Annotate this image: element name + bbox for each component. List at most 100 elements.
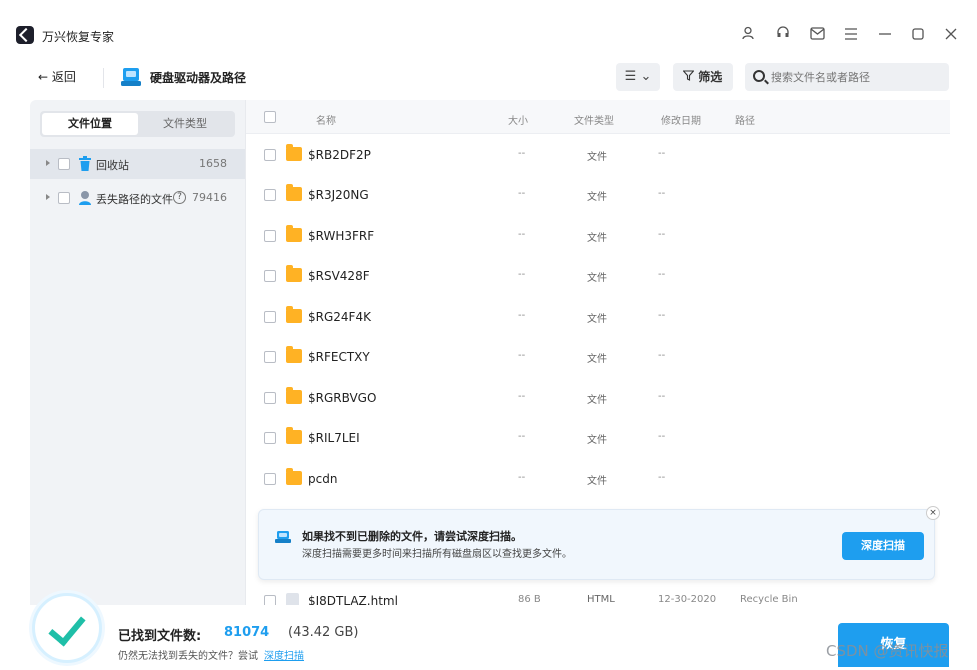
table-row[interactable]: $RB2DF2P -- 文件 -- — [246, 135, 950, 175]
file-date: -- — [658, 310, 666, 321]
table-header: 名称 大小 文件类型 修改日期 路径 — [246, 100, 950, 134]
sidebar: 文件位置 文件类型 回收站 1658 丢失路径的文件 ? 79416 — [30, 100, 245, 605]
help-icon[interactable]: ? — [173, 191, 186, 204]
maximize-icon[interactable] — [909, 26, 927, 44]
view-mode-button[interactable]: ☰ ⌄ — [616, 63, 660, 91]
row-checkbox[interactable] — [264, 189, 276, 201]
account-icon[interactable] — [739, 26, 757, 44]
file-name: $RGRBVGO — [308, 391, 377, 405]
file-size: -- — [518, 431, 526, 442]
file-date: -- — [658, 431, 666, 442]
support-icon[interactable] — [774, 26, 792, 44]
file-date: -- — [658, 188, 666, 199]
tab-file-location[interactable]: 文件位置 — [42, 113, 138, 135]
file-date: 12-30-2020 — [658, 594, 717, 605]
row-checkbox[interactable] — [264, 270, 276, 282]
folder-icon — [286, 346, 302, 363]
trash-icon — [78, 156, 92, 172]
sidebar-item-count: 79416 — [192, 191, 227, 204]
minimize-icon[interactable] — [876, 26, 894, 44]
title-bar: 万兴恢复专家 — [0, 0, 977, 52]
file-type: 文件 — [587, 435, 607, 446]
checkbox[interactable] — [58, 192, 70, 204]
search-input[interactable] — [745, 63, 949, 91]
table-row[interactable]: $R3J20NG -- 文件 -- — [246, 175, 950, 215]
file-name: $R3J20NG — [308, 188, 369, 202]
row-checkbox[interactable] — [264, 392, 276, 404]
file-date: -- — [658, 350, 666, 361]
tip-subtitle: 深度扫描需要更多时间来扫描所有磁盘扇区以查找更多文件。 — [302, 549, 572, 560]
sidebar-item-count: 1658 — [199, 157, 227, 170]
watermark: CSDN @资讯快报 — [826, 642, 949, 660]
folder-icon — [286, 225, 302, 242]
select-all-checkbox[interactable] — [264, 111, 276, 123]
file-size: -- — [518, 269, 526, 280]
tip-title: 如果找不到已删除的文件，请尝试深度扫描。 — [302, 530, 522, 543]
row-checkbox[interactable] — [264, 351, 276, 363]
file-size: -- — [518, 472, 526, 483]
sidebar-item-recycle-bin[interactable]: 回收站 1658 — [30, 149, 245, 179]
filter-button[interactable]: 筛选 — [673, 63, 733, 91]
table-row[interactable]: $RGRBVGO -- 文件 -- — [246, 378, 950, 418]
menu-icon[interactable] — [842, 26, 860, 44]
folder-icon — [286, 468, 302, 485]
mail-icon[interactable] — [808, 26, 826, 44]
file-type: 文件 — [587, 192, 607, 203]
column-size[interactable]: 大小 — [508, 112, 528, 127]
table-row[interactable]: pcdn -- 文件 -- — [246, 459, 950, 499]
column-type[interactable]: 文件类型 — [574, 112, 614, 127]
row-checkbox[interactable] — [264, 230, 276, 242]
table-row[interactable]: $RFECTXY -- 文件 -- — [246, 337, 950, 377]
deep-scan-link[interactable]: 深度扫描 — [264, 647, 304, 662]
back-button[interactable]: ← 返回 — [30, 64, 84, 90]
html-file-icon — [286, 593, 299, 605]
page-title: 硬盘驱动器及路径 — [150, 71, 247, 85]
folder-icon — [286, 184, 302, 201]
file-type: 文件 — [587, 395, 607, 406]
sidebar-item-label: 丢失路径的文件 — [96, 193, 173, 206]
close-icon[interactable] — [942, 26, 960, 44]
column-path[interactable]: 路径 — [735, 112, 755, 127]
app-logo-icon — [16, 26, 34, 44]
file-date: -- — [658, 148, 666, 159]
file-name: $I8DTLAZ.html — [308, 594, 398, 605]
table-row[interactable]: $RWH3FRF -- 文件 -- — [246, 216, 950, 256]
expand-icon[interactable] — [46, 194, 50, 200]
expand-icon[interactable] — [46, 160, 50, 166]
filter-icon — [682, 70, 698, 84]
folder-icon — [286, 387, 302, 404]
file-name: $RSV428F — [308, 269, 370, 283]
search-icon — [753, 70, 765, 82]
table-row[interactable]: $I8DTLAZ.html 86 B HTML 12-30-2020 Recyc… — [246, 581, 950, 605]
sidebar-item-lost-path[interactable]: 丢失路径的文件 ? 79416 — [30, 183, 245, 213]
table-row[interactable]: $RSV428F -- 文件 -- — [246, 256, 950, 296]
column-date[interactable]: 修改日期 — [661, 112, 701, 127]
row-checkbox[interactable] — [264, 149, 276, 161]
row-checkbox[interactable] — [264, 432, 276, 444]
file-size: -- — [518, 391, 526, 402]
folder-icon — [286, 265, 302, 282]
deep-scan-button[interactable]: 深度扫描 — [842, 532, 924, 560]
folder-icon — [286, 427, 302, 444]
hard-drive-icon — [275, 530, 291, 544]
row-checkbox[interactable] — [264, 311, 276, 323]
sidebar-item-label: 回收站 — [96, 159, 129, 172]
tab-file-type[interactable]: 文件类型 — [137, 113, 233, 135]
hard-drive-icon — [120, 66, 142, 88]
file-date: -- — [658, 391, 666, 402]
checkbox[interactable] — [58, 158, 70, 170]
lost-file-icon — [78, 190, 92, 206]
file-size: -- — [518, 229, 526, 240]
file-name: $RWH3FRF — [308, 229, 375, 243]
table-row[interactable]: $RG24F4K -- 文件 -- — [246, 297, 950, 337]
file-name: $RFECTXY — [308, 350, 370, 364]
column-name[interactable]: 名称 — [316, 112, 336, 127]
app-title: 万兴恢复专家 — [42, 30, 115, 44]
toolbar: ← 返回 硬盘驱动器及路径 ☰ ⌄ 筛选 — [0, 60, 977, 96]
row-checkbox[interactable] — [264, 595, 276, 605]
file-path: Recycle Bin — [740, 594, 798, 605]
row-checkbox[interactable] — [264, 473, 276, 485]
table-row[interactable]: $RIL7LEI -- 文件 -- — [246, 418, 950, 458]
tip-close-icon[interactable]: × — [926, 506, 940, 520]
file-name: pcdn — [308, 472, 338, 486]
